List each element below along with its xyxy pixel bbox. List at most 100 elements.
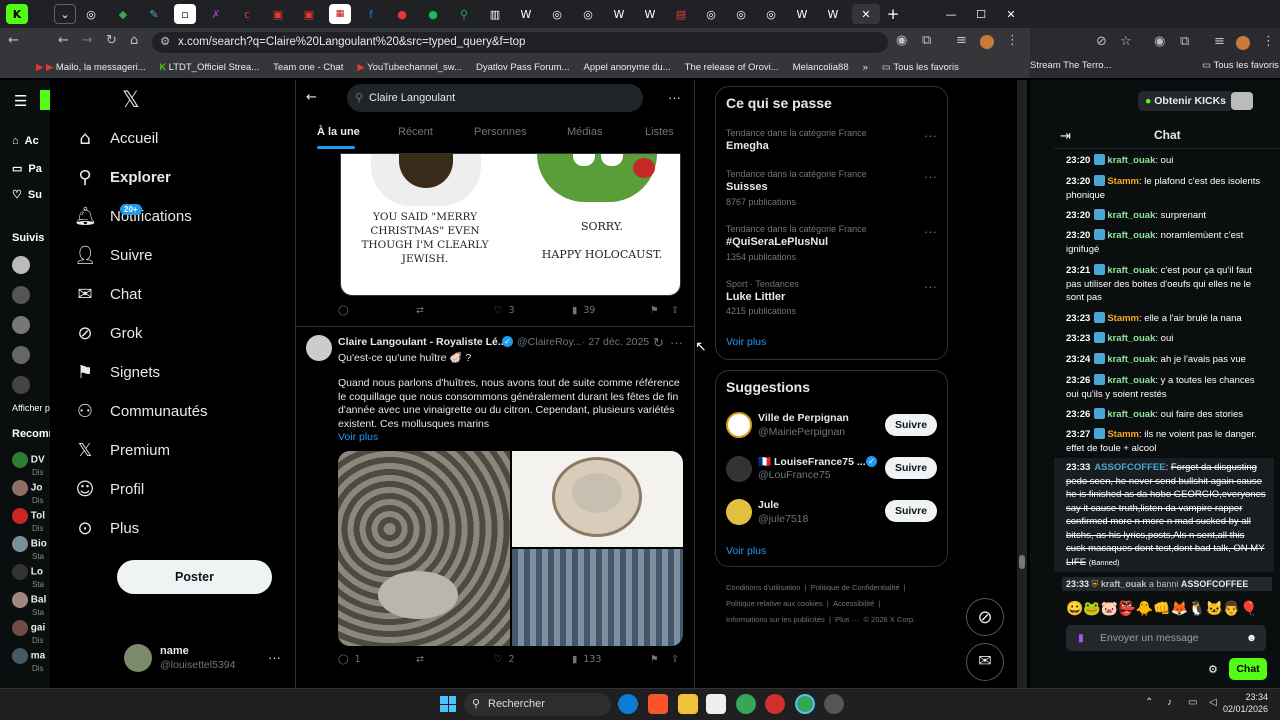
trend-name[interactable]: Emegha bbox=[726, 140, 769, 152]
chat-username[interactable]: kraft_ouak bbox=[1107, 210, 1155, 221]
emoji-icon[interactable]: ☻ bbox=[1246, 625, 1257, 651]
suggestion-handle[interactable]: @jule7518 bbox=[758, 513, 808, 525]
puzzle-icon[interactable]: ⧉ bbox=[922, 33, 931, 48]
tab-favicon[interactable]: ▥ bbox=[484, 4, 506, 24]
suggestion-name[interactable]: 🇫🇷 LouiseFrance75 ... bbox=[758, 455, 866, 468]
reply-button[interactable]: ◯ 1 bbox=[338, 654, 361, 665]
follow-button[interactable]: Suivre bbox=[885, 414, 937, 436]
extension-icon[interactable]: ◉ bbox=[896, 33, 907, 48]
network-icon[interactable]: ▭ bbox=[1188, 697, 1197, 708]
repost-button[interactable]: ⇄ bbox=[416, 305, 424, 316]
nav-more[interactable]: ⊙ Plus bbox=[74, 518, 139, 539]
taskbar-search[interactable]: ⚲ Rechercher bbox=[464, 693, 611, 716]
chat-username[interactable]: kraft_ouak bbox=[1107, 375, 1155, 386]
emote-bar[interactable]: 😀🐸🐷👺🐥👊🦊🐧🐱👨🎈 bbox=[1066, 600, 1258, 617]
followed-avatar[interactable] bbox=[12, 256, 30, 274]
chrome-active-icon[interactable] bbox=[795, 694, 815, 714]
tab-favicon[interactable]: W bbox=[515, 4, 537, 24]
back-arrow-icon[interactable]: ← bbox=[306, 90, 317, 105]
tab-favicon[interactable]: ● bbox=[422, 4, 444, 24]
followed-avatar[interactable] bbox=[12, 376, 30, 394]
chat-input[interactable]: ▮ Envoyer un message ☻ bbox=[1066, 625, 1266, 651]
puzzle-icon[interactable]: ⧉ bbox=[1180, 34, 1189, 49]
bookmark-folder[interactable]: ▭ Tous les favoris bbox=[1202, 60, 1279, 71]
brave-icon[interactable] bbox=[648, 694, 668, 714]
follow-button[interactable]: Suivre bbox=[885, 457, 937, 479]
site-info-icon[interactable]: ⚙ bbox=[160, 32, 170, 53]
footer-link[interactable]: Politique de Confidentialité bbox=[811, 583, 900, 592]
bookmark-star-icon[interactable]: ☆ bbox=[1120, 34, 1132, 49]
tab-top[interactable]: À la une bbox=[317, 126, 360, 138]
back-icon[interactable]: ← bbox=[58, 33, 69, 48]
close-window-icon[interactable]: ✕ bbox=[1000, 4, 1022, 24]
account-name[interactable]: name bbox=[160, 645, 189, 657]
tab-favicon[interactable]: ◎ bbox=[80, 4, 102, 24]
tab-favicon[interactable]: ⚲ bbox=[453, 4, 475, 24]
clock[interactable]: 23:34 bbox=[1234, 692, 1268, 702]
tab-favicon[interactable]: f bbox=[360, 4, 382, 24]
show-more-link[interactable]: Voir plus bbox=[338, 431, 378, 443]
bookmark-chevron-icon[interactable]: » bbox=[863, 62, 868, 73]
tab-favicon[interactable]: ◎ bbox=[760, 4, 782, 24]
nav-communities[interactable]: ⚇ Communautés bbox=[74, 401, 208, 422]
windows-start-icon[interactable] bbox=[440, 696, 456, 712]
tweet-author[interactable]: Claire Langoulant - Royaliste Lé... bbox=[338, 336, 507, 348]
reply-button[interactable]: ◯ bbox=[338, 305, 349, 316]
tab-favicon[interactable]: ◆ bbox=[112, 4, 134, 24]
tab-favicon[interactable]: W bbox=[639, 4, 661, 24]
nav-home[interactable]: ⌂ Accueil bbox=[74, 128, 158, 149]
tab-people[interactable]: Personnes bbox=[474, 126, 527, 138]
bookmark-item[interactable]: K LTDT_Officiel Strea... bbox=[160, 62, 259, 73]
trend-menu-icon[interactable]: ··· bbox=[924, 279, 937, 294]
tab-favicon[interactable]: W bbox=[791, 4, 813, 24]
bookmark-item[interactable]: ▶ ▶ Mailo, la messageri... bbox=[36, 62, 146, 73]
tab-media[interactable]: Médias bbox=[567, 126, 602, 138]
volume-icon[interactable]: ◁ bbox=[1209, 697, 1217, 708]
post-button[interactable]: Poster bbox=[117, 560, 272, 594]
chat-username[interactable]: kraft_ouak bbox=[1107, 409, 1155, 420]
tab-favicon[interactable]: ◎ bbox=[577, 4, 599, 24]
bookmark-item[interactable]: Team one - Chat bbox=[273, 62, 343, 73]
reload-icon[interactable]: ↻ bbox=[106, 33, 117, 48]
account-menu-icon[interactable]: ··· bbox=[268, 650, 281, 665]
explorer-icon[interactable] bbox=[678, 694, 698, 714]
nav-explore[interactable]: ⚲ Explorer bbox=[74, 167, 170, 188]
mic-icon[interactable]: ♪ bbox=[1167, 697, 1172, 708]
search-input[interactable]: ⚲ Claire Langoulant bbox=[347, 84, 643, 112]
footer-link[interactable]: Conditions d'utilisation bbox=[726, 583, 800, 592]
like-button[interactable]: ♡ 2 bbox=[494, 654, 515, 665]
rec-channel[interactable]: Tol Dis bbox=[12, 508, 45, 533]
active-tab-close-icon[interactable]: ✕ bbox=[852, 4, 880, 24]
nav-chat[interactable]: ✉ Chat bbox=[74, 284, 141, 305]
rec-channel[interactable]: Lo Sta bbox=[12, 564, 44, 589]
playlist-icon[interactable]: ≡ bbox=[956, 33, 967, 48]
show-more-link[interactable]: Afficher p bbox=[12, 403, 50, 413]
profile-avatar[interactable] bbox=[980, 35, 994, 49]
url-field[interactable]: ⚙ x.com/search?q=Claire%20Langoulant%20&… bbox=[152, 32, 888, 53]
sidebar-following[interactable]: ♡ Su bbox=[12, 188, 42, 201]
hamburger-icon[interactable]: ☰ bbox=[14, 92, 27, 110]
chat-settings-icon[interactable]: ⚙ bbox=[1208, 663, 1218, 676]
footer-link[interactable]: Accessibilité bbox=[833, 599, 874, 608]
nav-bookmarks[interactable]: ⚑ Signets bbox=[74, 362, 160, 383]
rec-channel[interactable]: Jo Dis bbox=[12, 480, 44, 505]
trend-menu-icon[interactable]: ··· bbox=[924, 224, 937, 239]
eye-off-icon[interactable]: ⊘ bbox=[1096, 34, 1107, 49]
nav-follow[interactable]: 👤︎ Suivre bbox=[74, 245, 153, 266]
grok-fab-icon[interactable]: ⊘ bbox=[966, 598, 1004, 636]
followed-avatar[interactable] bbox=[12, 346, 30, 364]
sidebar-browse[interactable]: ▭ Pa bbox=[12, 162, 42, 175]
tab-favicon[interactable]: ▣ bbox=[298, 4, 320, 24]
new-tab-icon[interactable]: + bbox=[882, 4, 904, 24]
tab-favicon[interactable]: ◎ bbox=[546, 4, 568, 24]
tab-favicon[interactable]: ● bbox=[391, 4, 413, 24]
tweet-meme-image[interactable]: You said "Merry Christmas" even though I… bbox=[340, 153, 681, 296]
bookmark-item[interactable]: The release of Orovi... bbox=[685, 62, 779, 73]
bookmark-item[interactable]: Stream The Terro... bbox=[1030, 60, 1112, 71]
back-icon[interactable]: ← bbox=[8, 33, 19, 48]
bookmark-item[interactable]: ▶ YouTubechannel_sw... bbox=[357, 62, 462, 73]
followed-avatar[interactable] bbox=[12, 286, 30, 304]
tab-favicon[interactable]: ▣ bbox=[267, 4, 289, 24]
tweet-handle[interactable]: @ClaireRoy... bbox=[517, 336, 582, 348]
messages-fab-icon[interactable]: ✉ bbox=[966, 643, 1004, 681]
